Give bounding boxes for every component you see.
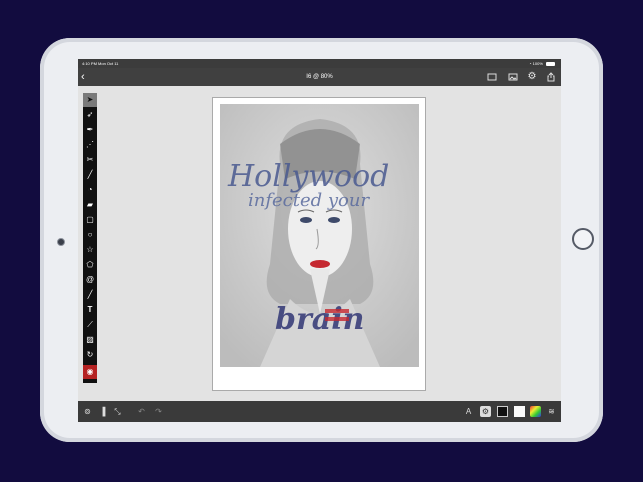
path-icon[interactable]: ⤡ [112,406,123,417]
pencil-icon[interactable]: ╱ [83,168,97,182]
artboard[interactable]: Hollywood infected your brain [212,97,426,391]
typography-icon[interactable]: A [463,406,474,417]
line-icon[interactable]: ╱ [83,288,97,302]
art-text-line2: infected your [248,190,370,211]
gear-icon[interactable]: ⚙ [527,72,537,82]
eraser-icon[interactable]: ▰ [83,198,97,212]
status-time: 4:10 PM Mon Oct 11 [82,61,119,66]
status-bar: 4:10 PM Mon Oct 11 ◔ 100% [78,59,561,68]
artwork-image: Hollywood infected your brain [220,104,419,367]
screen: 4:10 PM Mon Oct 11 ◔ 100% ‹ I6 @ 80% ⚙ ➤… [78,59,561,422]
art-text-line3: brain [275,302,364,337]
paint-bucket-icon[interactable]: ◉ [83,365,97,379]
rotate-icon[interactable]: ↻ [83,348,97,362]
smart-guides-icon[interactable]: ⊚ [82,406,93,417]
redo-icon[interactable]: ↷ [153,406,164,417]
scissors-icon[interactable]: ✂ [83,153,97,167]
polygon-icon[interactable]: ⬠ [83,258,97,272]
status-right: ◔ 100% [529,59,555,68]
select-arrow-icon[interactable]: ➤ [83,93,97,107]
rectangle-icon[interactable]: ▢ [83,213,97,227]
battery-icon [546,61,555,66]
align-icon[interactable]: ▐ [97,406,108,417]
text-icon[interactable]: T [83,303,97,317]
star-icon[interactable]: ☆ [83,243,97,257]
pen-icon[interactable]: ✒ [83,123,97,137]
battery-percent: 100% [532,61,543,66]
bottom-toolbar: ⊚ ▐ ⤡ ↶ ↷ A ⚙ ≋ [78,401,561,422]
image-icon[interactable] [508,72,518,82]
layers-icon[interactable]: ≋ [546,406,557,417]
camera [57,238,65,246]
stroke-settings-icon[interactable]: ⚙ [480,406,491,417]
brush-icon[interactable]: ◔ [83,183,97,197]
ellipse-icon[interactable]: ○ [83,228,97,242]
fill-color-swatch[interactable] [514,406,525,417]
top-toolbar: ‹ I6 @ 80% ⚙ [78,68,561,86]
share-icon[interactable] [546,72,556,82]
tool-palette: ➤ ➶ ✒ ⋰ ✂ ╱ ◔ ▰ ▢ ○ ☆ ⬠ @ ╱ T ⟋ ▨ ↻ ◉ [83,93,97,383]
node-edit-icon[interactable]: ⋰ [83,138,97,152]
spiral-icon[interactable]: @ [83,273,97,287]
art-text-line1: Hollywood [227,159,389,194]
home-button[interactable] [572,228,594,250]
node-select-icon[interactable]: ➶ [83,108,97,122]
fit-screen-icon[interactable] [487,72,497,82]
eyedropper-icon[interactable]: ⟋ [83,318,97,332]
gradient-icon[interactable]: ▨ [83,333,97,347]
stroke-color-swatch[interactable] [497,406,508,417]
undo-icon[interactable]: ↶ [136,406,147,417]
color-palette-icon[interactable] [530,406,541,417]
